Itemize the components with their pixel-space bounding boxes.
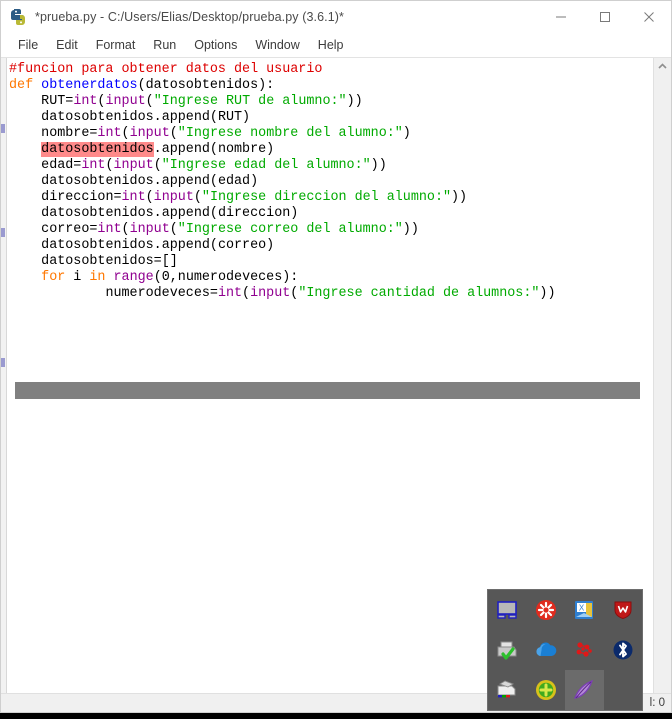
- vertical-scrollbar[interactable]: [653, 58, 671, 693]
- window-title: *prueba.py - C:/Users/Elias/Desktop/prue…: [35, 9, 345, 24]
- tray-icon-office-document[interactable]: X: [565, 590, 604, 630]
- python-idle-icon: [7, 6, 29, 28]
- tray-icon-red-molecule[interactable]: [565, 630, 604, 670]
- code-line: for i in range(0,numerodeveces):: [41, 270, 299, 285]
- code-line: edad=int(input("Ingrese edad del alumno:…: [41, 158, 387, 173]
- code-line: datosobtenidos.append(correo): [41, 238, 275, 253]
- menu-item-window[interactable]: Window: [246, 36, 308, 54]
- tray-icon-printer-ready[interactable]: [488, 630, 527, 670]
- tray-icon-mcafee-shield[interactable]: [604, 590, 643, 630]
- menu-bar: File Edit Format Run Options Window Help: [1, 33, 671, 58]
- code-line: datosobtenidos.append(RUT): [41, 110, 251, 125]
- menu-item-options[interactable]: Options: [185, 36, 246, 54]
- gray-selection-bar: [15, 382, 640, 399]
- close-button[interactable]: [627, 1, 671, 32]
- code-line: nombre=int(input("Ingrese nombre del alu…: [41, 126, 411, 141]
- cursor-position-label: l: 0: [649, 697, 665, 709]
- code-line: direccion=int(input("Ingrese direccion d…: [41, 190, 468, 205]
- svg-text:X: X: [579, 604, 585, 613]
- scrollbar-track[interactable]: [654, 75, 671, 693]
- code-line: datosobtenidos.append(nombre): [41, 142, 275, 157]
- tray-slot-empty[interactable]: [604, 670, 643, 710]
- tray-icon-display-monitor[interactable]: [488, 590, 527, 630]
- menu-item-help[interactable]: Help: [309, 36, 353, 54]
- code-line: numerodeveces=int(input("Ingrese cantida…: [105, 286, 556, 301]
- menu-item-run[interactable]: Run: [144, 36, 185, 54]
- tray-icon-red-asterisk[interactable]: [527, 590, 566, 630]
- code-line: RUT=int(input("Ingrese RUT de alumno:")): [41, 94, 363, 109]
- code-line: correo=int(input("Ingrese correo del alu…: [41, 222, 419, 237]
- code-line: #funcion para obtener datos del usuario: [9, 62, 323, 77]
- code-line: datosobtenidos.append(edad): [41, 174, 259, 189]
- system-tray-flyout: X: [487, 589, 643, 711]
- minimize-button[interactable]: [539, 1, 583, 32]
- tray-icon-bluetooth[interactable]: [604, 630, 643, 670]
- title-bar: *prueba.py - C:/Users/Elias/Desktop/prue…: [1, 1, 671, 33]
- selected-text: datosobtenidos: [41, 142, 154, 157]
- code-line: datosobtenidos.append(direccion): [41, 206, 299, 221]
- tray-icon-purple-feather[interactable]: [565, 670, 604, 710]
- code-line: def obtenerdatos(datosobtenidos):: [9, 78, 275, 93]
- tray-icon-green-plus[interactable]: [527, 670, 566, 710]
- desktop-background-strip: [0, 713, 672, 719]
- window-controls: [539, 1, 671, 32]
- tray-icon-color-printer[interactable]: [488, 670, 527, 710]
- scroll-up-icon[interactable]: [654, 58, 671, 75]
- menu-item-format[interactable]: Format: [87, 36, 145, 54]
- tray-icon-onedrive-cloud[interactable]: [527, 630, 566, 670]
- maximize-button[interactable]: [583, 1, 627, 32]
- menu-item-file[interactable]: File: [9, 36, 47, 54]
- menu-item-edit[interactable]: Edit: [47, 36, 87, 54]
- code-line: datosobtenidos=[]: [41, 254, 178, 269]
